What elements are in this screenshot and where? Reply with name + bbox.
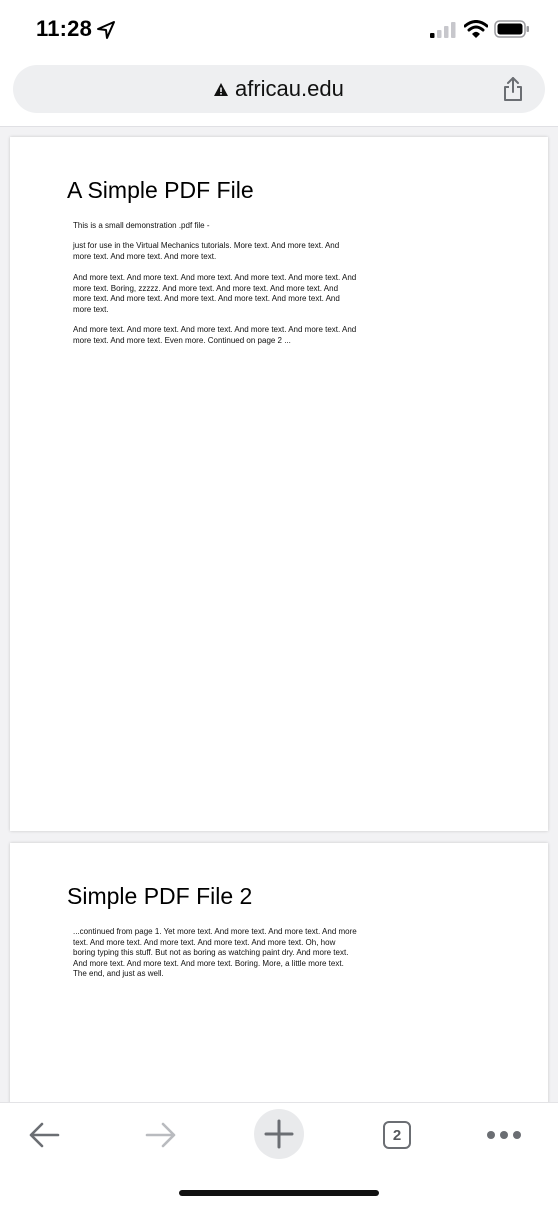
plus-icon [264, 1119, 294, 1149]
paragraph: just for use in the Virtual Mechanics tu… [73, 241, 340, 261]
tab-switcher-icon: 2 [383, 1121, 411, 1149]
back-button[interactable] [20, 1113, 68, 1157]
bottom-toolbar: 2 [0, 1102, 558, 1208]
wifi-icon [464, 20, 488, 38]
paragraph: And more text. And more text. And more t… [73, 273, 357, 314]
warning-triangle-icon[interactable] [213, 82, 229, 97]
battery-icon [494, 20, 529, 38]
cellular-signal-icon [430, 22, 456, 38]
more-menu-button[interactable] [480, 1113, 528, 1157]
forward-button[interactable] [137, 1113, 185, 1157]
paragraph: ...continued from page 1. Yet more text.… [73, 927, 357, 978]
back-arrow-icon [29, 1122, 60, 1148]
url-host[interactable]: africau.edu [235, 76, 344, 102]
page-title: A Simple PDF File [67, 177, 254, 203]
location-arrow-icon [97, 21, 115, 39]
home-indicator[interactable] [179, 1190, 379, 1196]
pdf-viewer[interactable]: A Simple PDF File This is a small demons… [0, 127, 558, 1102]
share-icon[interactable] [501, 76, 525, 102]
tab-switcher-button[interactable]: 2 [373, 1113, 421, 1157]
status-time: 11:28 [36, 16, 93, 41]
more-dots-icon [487, 1131, 521, 1139]
pdf-page-1: A Simple PDF File This is a small demons… [10, 137, 548, 831]
address-bar[interactable]: africau.edu [13, 65, 545, 113]
tab-count: 2 [392, 1126, 402, 1144]
page-title: Simple PDF File 2 [67, 883, 253, 909]
new-tab-button[interactable] [254, 1109, 304, 1159]
status-bar: 11:28 [0, 0, 558, 62]
paragraph: This is a small demonstration .pdf file … [73, 221, 210, 230]
paragraph: And more text. And more text. And more t… [73, 325, 357, 345]
forward-arrow-icon [145, 1122, 176, 1148]
pdf-page-2: Simple PDF File 2 ...continued from page… [10, 843, 548, 1102]
address-bar-container: africau.edu [0, 62, 558, 127]
